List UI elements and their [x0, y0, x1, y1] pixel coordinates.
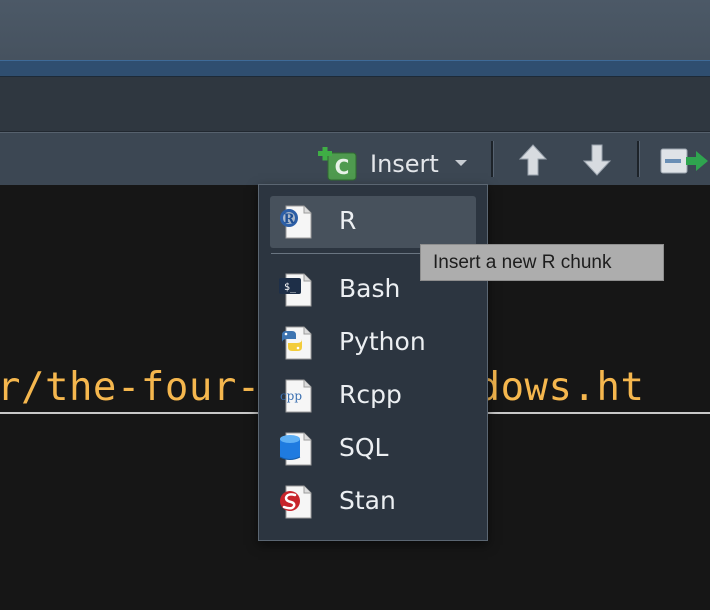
- menu-item-label: R: [339, 206, 357, 235]
- menu-item-python[interactable]: Python: [270, 317, 476, 369]
- sql-database-icon: [279, 432, 312, 466]
- insert-chunk-menu: R R $_ Bash Python cpp Rcpp SQL Stan: [258, 184, 488, 541]
- toolbar-separator: [637, 141, 639, 177]
- bash-file-icon: $_: [279, 273, 312, 307]
- editor-toolbar: C Insert: [0, 132, 710, 186]
- editor-header-bar: [0, 77, 710, 132]
- menu-item-label: Bash: [339, 274, 401, 303]
- menu-item-r[interactable]: R R: [270, 196, 476, 248]
- svg-text:$_: $_: [284, 282, 297, 293]
- menu-item-rcpp[interactable]: cpp Rcpp: [270, 370, 476, 422]
- svg-text:C: C: [335, 155, 350, 179]
- tooltip: Insert a new R chunk: [420, 244, 664, 281]
- menu-item-label: Stan: [339, 486, 396, 515]
- svg-text:R: R: [284, 212, 295, 227]
- r-file-icon: R: [280, 205, 312, 239]
- insert-chunk-button[interactable]: C Insert: [318, 141, 478, 181]
- python-file-icon: [282, 326, 312, 360]
- rcpp-file-icon: cpp: [280, 379, 312, 413]
- stan-file-icon: [280, 485, 312, 519]
- chevron-down-icon: [455, 160, 467, 166]
- tab-strip: [0, 60, 710, 77]
- menu-item-label: Python: [339, 327, 426, 356]
- insert-label: Insert: [370, 150, 439, 178]
- arrow-up-icon[interactable]: [518, 143, 548, 177]
- menu-item-label: SQL: [339, 433, 389, 462]
- arrow-down-icon[interactable]: [582, 143, 612, 177]
- menu-item-stan[interactable]: Stan: [270, 476, 476, 528]
- add-chunk-icon: C: [318, 147, 357, 181]
- menu-item-label: Rcpp: [339, 380, 402, 409]
- svg-text:cpp: cpp: [280, 389, 302, 403]
- run-chunk-icon[interactable]: [660, 143, 710, 177]
- menu-item-sql[interactable]: SQL: [270, 423, 476, 475]
- window-top-bar: [0, 0, 710, 61]
- toolbar-separator: [491, 141, 493, 177]
